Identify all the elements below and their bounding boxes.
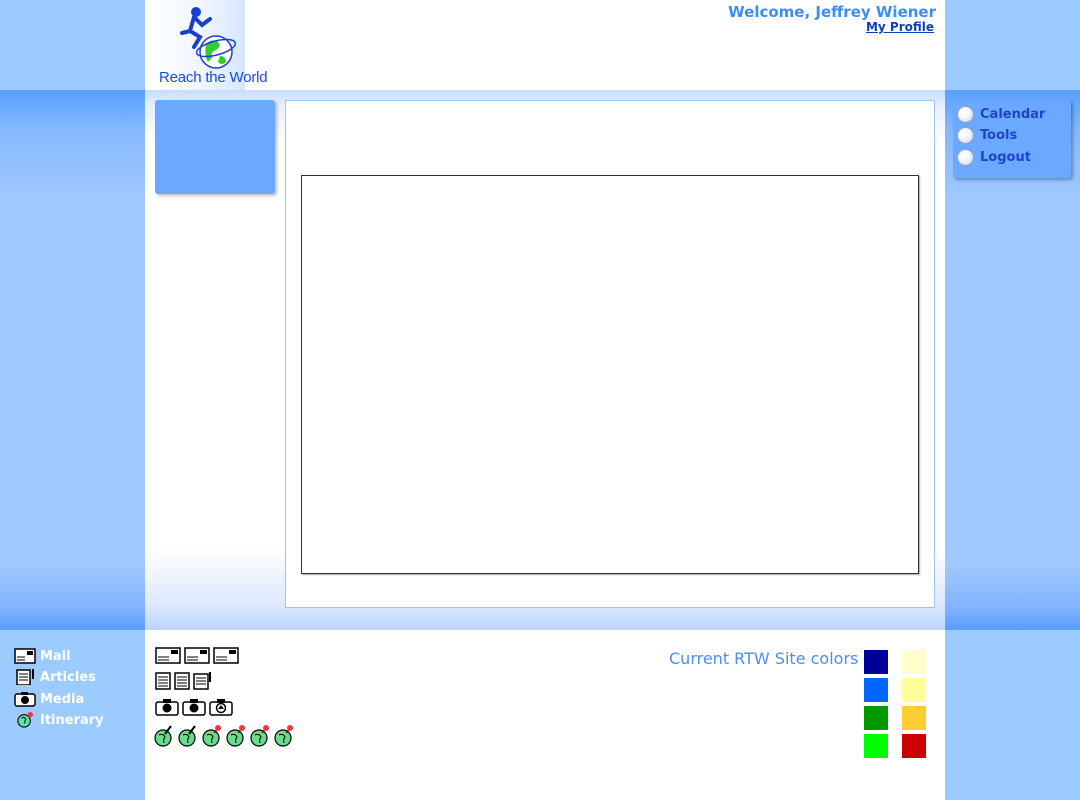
- mail-icon[interactable]: [155, 647, 181, 665]
- globe-icon: [17, 712, 33, 728]
- site-colors-title: Current RTW Site colors: [669, 649, 859, 668]
- globe-marker-icon[interactable]: [201, 724, 223, 748]
- menu-label: Calendar: [980, 106, 1046, 122]
- radio-bullet-icon: [957, 126, 974, 144]
- camera-icon[interactable]: [182, 698, 206, 716]
- logo-text: Reach the World: [159, 69, 268, 86]
- reach-the-world-logo[interactable]: [180, 4, 240, 70]
- mail-icon[interactable]: [213, 647, 239, 665]
- color-swatch: [864, 650, 888, 674]
- legend-itinerary[interactable]: Itinerary: [14, 712, 104, 728]
- color-swatch: [902, 650, 926, 674]
- globe-marker-icon[interactable]: [225, 724, 247, 748]
- article-icon[interactable]: [155, 672, 171, 690]
- color-swatch: [902, 706, 926, 730]
- globe-pin-icon[interactable]: [153, 724, 175, 748]
- color-swatch: [902, 734, 926, 758]
- legend-label: Media: [40, 691, 85, 707]
- mail-icon[interactable]: [184, 647, 210, 665]
- legend-label: Articles: [40, 669, 96, 685]
- color-swatch: [864, 734, 888, 758]
- menu-item-logout[interactable]: Logout: [957, 148, 1031, 166]
- left-gradient-band: [0, 90, 145, 630]
- article-edit-icon[interactable]: [193, 672, 213, 690]
- menu-label: Logout: [980, 149, 1031, 165]
- globe-marker-icon[interactable]: [249, 724, 271, 748]
- mail-icon: [14, 648, 36, 664]
- camera-icon[interactable]: [155, 698, 179, 716]
- article-icon[interactable]: [174, 672, 190, 690]
- camera-upload-icon[interactable]: [209, 698, 233, 716]
- globe-pin-icon[interactable]: [177, 724, 199, 748]
- legend-media[interactable]: Media: [14, 691, 84, 707]
- color-swatch: [864, 678, 888, 702]
- left-panel-box: [155, 100, 275, 194]
- article-icon-row: [155, 672, 213, 690]
- menu-item-tools[interactable]: Tools: [957, 126, 1017, 144]
- camera-icon: [14, 692, 36, 707]
- globe-figure-icon: [180, 7, 237, 69]
- legend-label: Mail: [40, 648, 71, 664]
- article-icon: [16, 669, 34, 685]
- menu-label: Tools: [980, 127, 1018, 143]
- my-profile-link[interactable]: My Profile: [866, 20, 934, 34]
- radio-bullet-icon: [957, 148, 974, 166]
- globe-marker-icon[interactable]: [273, 724, 295, 748]
- color-swatch: [902, 678, 926, 702]
- itinerary-icon-row: [153, 724, 295, 748]
- right-nav-menu: Calendar Tools Logout: [953, 100, 1071, 178]
- legend-mail[interactable]: Mail: [14, 648, 71, 664]
- legend-label: Itinerary: [40, 712, 104, 728]
- radio-bullet-icon: [957, 105, 974, 123]
- welcome-text: Welcome, Jeffrey Wiener: [728, 3, 936, 21]
- legend-articles[interactable]: Articles: [14, 669, 96, 685]
- menu-item-calendar[interactable]: Calendar: [957, 105, 1045, 123]
- color-swatch: [864, 706, 888, 730]
- media-icon-row: [155, 698, 233, 716]
- mail-icon-row: [155, 647, 239, 665]
- content-frame: [301, 175, 919, 574]
